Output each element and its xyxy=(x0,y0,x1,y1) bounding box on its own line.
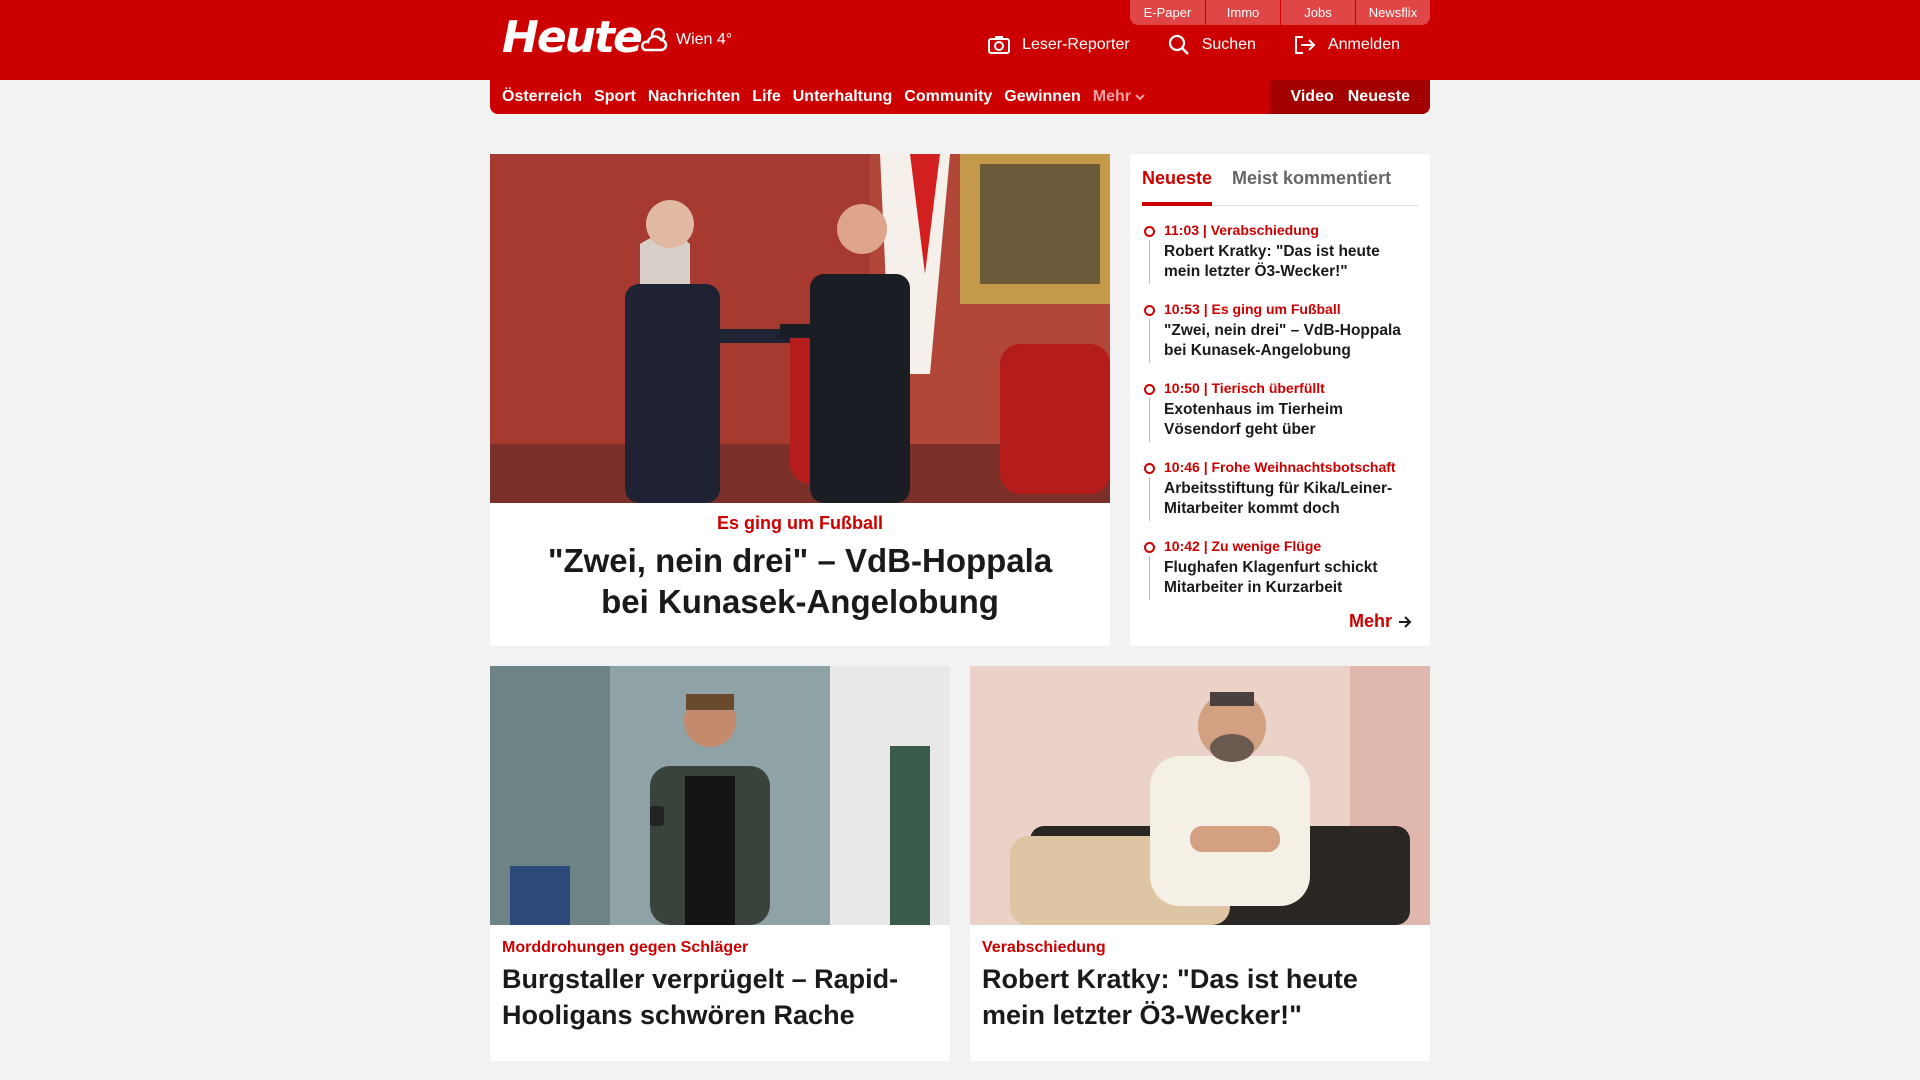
nav-more-dropdown[interactable]: Mehr xyxy=(1093,88,1145,106)
weather-widget[interactable]: Wien 4° xyxy=(638,26,732,54)
hero-article[interactable]: Es ging um Fußball "Zwei, nein drei" – V… xyxy=(490,154,1110,646)
login-button[interactable]: Anmelden xyxy=(1294,34,1400,56)
article-kicker: Verabschiedung xyxy=(982,939,1106,956)
article-card[interactable]: Verabschiedung Robert Kratky: "Das ist h… xyxy=(970,666,1430,1061)
ticker-title[interactable]: Arbeitsstiftung für Kika/Leiner-Mitarbei… xyxy=(1164,479,1418,519)
ticker-item[interactable]: 10:53 | Es ging um Fußball "Zwei, nein d… xyxy=(1142,301,1418,380)
weather-cloud-icon xyxy=(640,27,668,52)
nav-item-community[interactable]: Community xyxy=(904,88,992,106)
nav-item-nachrichten[interactable]: Nachrichten xyxy=(648,88,740,106)
ticker-title[interactable]: Robert Kratky: "Das ist heute mein letzt… xyxy=(1164,242,1418,282)
login-label: Anmelden xyxy=(1327,36,1400,53)
header-actions: Leser-Reporter Suchen Anmelden xyxy=(988,34,1400,56)
leser-reporter-button[interactable]: Leser-Reporter xyxy=(988,34,1130,56)
link-newsflix[interactable]: Newsflix xyxy=(1355,0,1430,25)
hero-kicker: Es ging um Fußball xyxy=(717,513,883,533)
nav-item-gewinnen[interactable]: Gewinnen xyxy=(1004,88,1080,106)
service-links: E-Paper Immo Jobs Newsflix xyxy=(1130,0,1430,25)
article-title[interactable]: Robert Kratky: "Das ist heute mein letzt… xyxy=(982,961,1418,1033)
camera-icon xyxy=(988,36,1011,54)
ticker-meta: 10:50 | Tierisch überfüllt xyxy=(1164,380,1325,396)
article-title[interactable]: Burgstaller verprügelt – Rapid-Hooligans… xyxy=(502,961,938,1033)
site-logo[interactable]: Heute xyxy=(502,12,643,63)
hero-title[interactable]: "Zwei, nein drei" – VdB-Hoppala bei Kuna… xyxy=(520,540,1080,622)
search-label: Suchen xyxy=(1201,36,1256,53)
ticker-item[interactable]: 11:03 | Verabschiedung Robert Kratky: "D… xyxy=(1142,222,1418,301)
link-epaper[interactable]: E-Paper xyxy=(1130,0,1205,25)
login-icon xyxy=(1294,36,1316,54)
tab-meist-kommentiert[interactable]: Meist kommentiert xyxy=(1232,162,1391,205)
ticker-meta: 10:46 | Frohe Weihnachtsbotschaft xyxy=(1164,459,1396,475)
nav-item-unterhaltung[interactable]: Unterhaltung xyxy=(793,88,893,106)
weather-text: Wien 4° xyxy=(676,31,733,48)
nav-item-life[interactable]: Life xyxy=(752,88,780,106)
ticker-meta: 10:53 | Es ging um Fußball xyxy=(1164,301,1341,317)
nav-more-label: Mehr xyxy=(1092,88,1131,105)
ticker-item[interactable]: 10:46 | Frohe Weihnachtsbotschaft Arbeit… xyxy=(1142,459,1418,538)
sidebar-more-label: Mehr xyxy=(1348,611,1392,631)
nav-item-neueste[interactable]: Neueste xyxy=(1348,88,1410,106)
ticker-meta: 11:03 | Verabschiedung xyxy=(1164,222,1319,238)
arrow-right-icon xyxy=(1399,615,1412,628)
ticker-meta: 10:42 | Zu wenige Flüge xyxy=(1164,538,1322,554)
chevron-down-icon xyxy=(1135,94,1145,101)
nav-item-oesterreich[interactable]: Österreich xyxy=(502,88,582,106)
article-image[interactable] xyxy=(490,666,950,925)
nav-item-video[interactable]: Video xyxy=(1290,88,1333,106)
link-immo[interactable]: Immo xyxy=(1205,0,1280,25)
sidebar-tabs: Neueste Meist kommentiert xyxy=(1142,162,1418,206)
hero-image[interactable] xyxy=(490,154,1110,503)
leser-reporter-label: Leser-Reporter xyxy=(1022,36,1130,53)
search-icon xyxy=(1168,34,1189,55)
article-image[interactable] xyxy=(970,666,1430,925)
ticker-item[interactable]: 10:42 | Zu wenige Flüge Flughafen Klagen… xyxy=(1142,538,1418,617)
nav-right-group: Video Neueste xyxy=(1270,80,1430,114)
main-navigation: Österreich Sport Nachrichten Life Unterh… xyxy=(490,80,1430,114)
search-button[interactable]: Suchen xyxy=(1168,34,1256,56)
top-header: Heute Wien 4° E-Paper Immo Jobs Newsflix… xyxy=(0,0,1920,80)
article-card[interactable]: Morddrohungen gegen Schläger Burgstaller… xyxy=(490,666,950,1061)
link-jobs[interactable]: Jobs xyxy=(1280,0,1355,25)
news-ticker: 11:03 | Verabschiedung Robert Kratky: "D… xyxy=(1142,222,1418,617)
ticker-title[interactable]: Exotenhaus im Tierheim Vösendorf geht üb… xyxy=(1164,400,1418,440)
nav-item-sport[interactable]: Sport xyxy=(594,88,636,106)
latest-sidebar: Neueste Meist kommentiert 11:03 | Verabs… xyxy=(1130,154,1430,646)
article-kicker: Morddrohungen gegen Schläger xyxy=(502,939,749,956)
ticker-item[interactable]: 10:50 | Tierisch überfüllt Exotenhaus im… xyxy=(1142,380,1418,459)
sidebar-more-link[interactable]: Mehr xyxy=(1349,611,1412,632)
ticker-title[interactable]: "Zwei, nein drei" – VdB-Hoppala bei Kuna… xyxy=(1164,321,1418,361)
tab-neueste[interactable]: Neueste xyxy=(1142,162,1213,206)
ticker-title[interactable]: Flughafen Klagenfurt schickt Mitarbeiter… xyxy=(1164,558,1418,598)
